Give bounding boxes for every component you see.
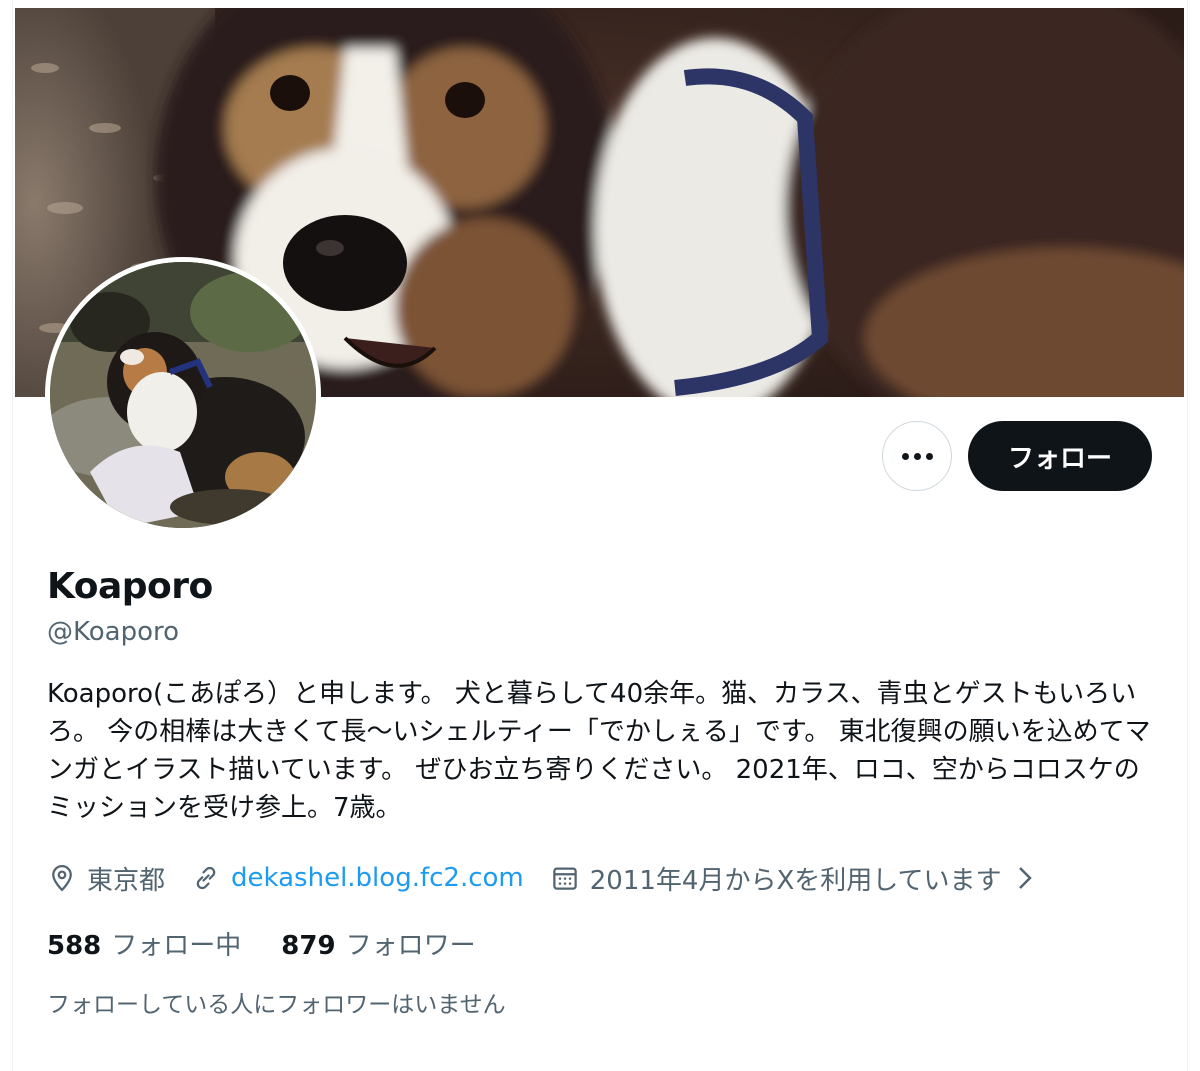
website-link[interactable]: dekashel.blog.fc2.com [231,863,524,893]
joined-item[interactable]: 2011年4月からXを利用しています [550,860,1050,897]
followers-label: フォロワー [345,931,476,961]
user-handle: @Koaporo [47,617,180,647]
following-link[interactable]: 588 フォロー中 [47,925,241,962]
following-label: フォロー中 [111,931,242,961]
avatar-dog-image [50,262,316,528]
more-options-button[interactable] [882,421,952,491]
display-name: Koaporo [47,566,213,607]
joined-text: 2011年4月からXを利用しています [589,865,1002,896]
profile-bio: Koaporo(こあぽろ）と申します。 犬と暮らして40余年。猫、カラス、青虫と… [47,679,1151,823]
link-icon [196,866,216,890]
profile-avatar[interactable] [45,257,321,533]
profile-card: フォロー Koaporo @Koaporo Koaporo(こあぽろ）と申します… [0,0,1200,1071]
more-dots-icon [925,452,933,460]
followers-count: 879 [281,931,336,961]
website-item: dekashel.blog.fc2.com [191,863,524,893]
map-pin-icon [52,864,72,892]
followers-link[interactable]: 879 フォロワー [281,925,475,962]
calendar-icon [553,867,577,890]
chevron-right-icon [1018,867,1032,889]
more-dots-icon [913,452,921,460]
location-item: 東京都 [47,860,165,897]
profile-meta-row: 東京都 dekashel.blog.fc2.com 2011年4月からXを利用し… [47,858,1076,898]
follow-counts: 588 フォロー中 879 フォロワー [47,925,516,962]
more-dots-icon [901,452,909,460]
location-text: 東京都 [87,865,166,896]
follow-button[interactable]: フォロー [968,421,1152,491]
following-count: 588 [47,931,102,961]
known-followers-text: フォローしている人にフォロワーはいません [47,992,506,1018]
avatar-photo [50,262,316,528]
